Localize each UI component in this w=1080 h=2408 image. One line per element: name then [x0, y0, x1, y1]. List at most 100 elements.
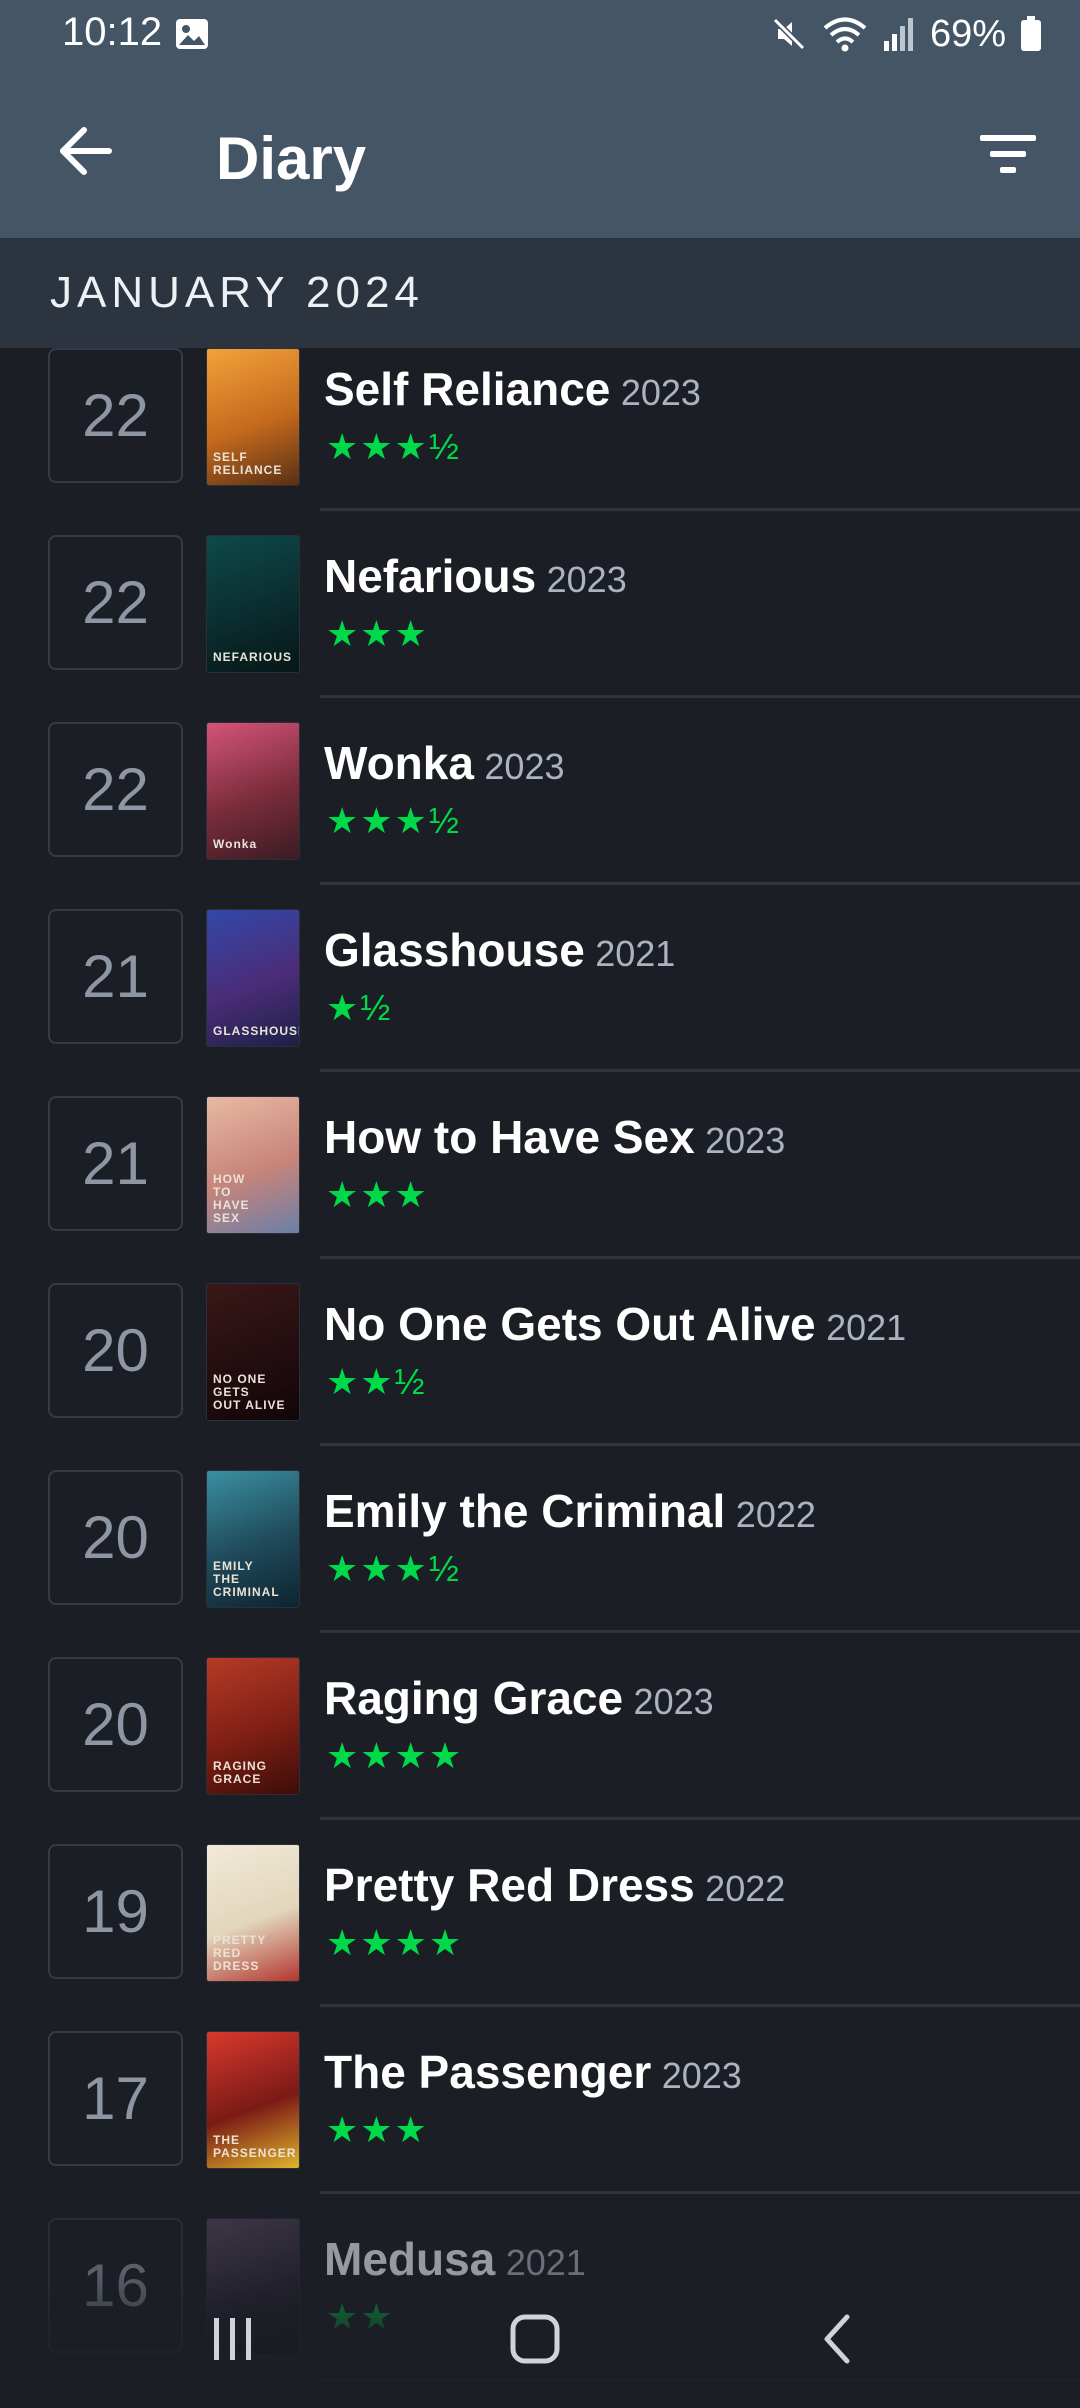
row-divider [320, 695, 1080, 698]
poster-title-text: HOW TO HAVE SEX [213, 1172, 250, 1225]
entry-title-line: How to Have Sex 2023 [324, 1110, 785, 1164]
film-poster[interactable]: THE PASSENGER [206, 2031, 300, 2169]
film-title: Wonka [324, 737, 474, 789]
star-rating: ★★★★ [326, 1922, 464, 1963]
entry-day: 20 [48, 1470, 183, 1605]
star-rating: ★★½ [326, 1361, 427, 1402]
entry-day: 20 [48, 1283, 183, 1418]
diary-entry[interactable]: 21 HOW TO HAVE SEX How to Have Sex 2023 ★★★ [0, 1096, 1080, 1283]
arrow-left-icon [57, 126, 113, 181]
month-label: JANUARY 2024 [50, 268, 424, 317]
film-poster[interactable]: HOW TO HAVE SEX [206, 1096, 300, 1234]
battery-percent: 69% [929, 12, 1006, 55]
poster-title-text: GLASSHOUSE [213, 1024, 300, 1038]
film-title: Pretty Red Dress [324, 1859, 695, 1911]
poster-title-text: SELF RELIANCE [213, 450, 283, 477]
film-title: Raging Grace [324, 1672, 624, 1724]
star-rating: ★★★ [326, 1174, 429, 1215]
diary-entry[interactable]: 20 NO ONE GETS OUT ALIVE No One Gets Out A… [0, 1283, 1080, 1470]
row-divider [320, 1630, 1080, 1633]
film-poster[interactable]: PRETTY RED DRESS [206, 1844, 300, 1982]
poster-title-text: RAGING GRACE [213, 1759, 267, 1786]
nav-back-button[interactable] [792, 2306, 882, 2376]
entry-title-line: Raging Grace 2023 [324, 1671, 714, 1725]
film-year: 2023 [661, 2055, 742, 2096]
entry-day: 17 [48, 2031, 183, 2166]
poster-title-text: Wonka [213, 837, 258, 851]
entry-title-line: The Passenger 2023 [324, 2045, 742, 2099]
row-divider [320, 508, 1080, 511]
entry-day: 19 [48, 1844, 183, 1979]
star-rating: ★★★½ [326, 426, 461, 467]
recents-button[interactable] [188, 2306, 278, 2376]
entry-title-line: No One Gets Out Alive 2021 [324, 1297, 906, 1351]
diary-entry[interactable]: 21 GLASSHOUSE Glasshouse 2021 ★½ [0, 909, 1080, 1096]
film-year: 2023 [620, 372, 701, 413]
entry-title-line: Self Reliance 2023 [324, 362, 701, 416]
film-year: 2022 [735, 1494, 816, 1535]
poster-title-text: NO ONE GETS OUT ALIVE [213, 1372, 286, 1412]
diary-entry[interactable]: 20 EMILY THE CRIMINAL Emily the Criminal 2… [0, 1470, 1080, 1657]
film-title: The Passenger [324, 2046, 652, 2098]
entry-day: 22 [48, 722, 183, 857]
app-screen: 10:12 69% Diary JANUARY 2024 22 SELF REL… [0, 0, 1080, 2408]
film-poster[interactable]: SELF RELIANCE [206, 348, 300, 486]
star-rating: ★★★ [326, 2109, 429, 2150]
diary-entry[interactable]: 17 THE PASSENGER The Passenger 2023 ★★★ [0, 2031, 1080, 2218]
recents-icon [208, 2316, 258, 2367]
diary-entry[interactable]: 22 SELF RELIANCE Self Reliance 2023 ★★★½ [0, 348, 1080, 535]
poster-title-text: PRETTY RED DRESS [213, 1933, 267, 1973]
row-divider [320, 1069, 1080, 1072]
navigation-bar [0, 2272, 1080, 2408]
film-year: 2021 [826, 1307, 907, 1348]
film-poster[interactable]: GLASSHOUSE [206, 909, 300, 1047]
mute-icon [770, 15, 808, 53]
top-bar: 10:12 69% Diary [0, 0, 1080, 238]
film-year: 2023 [546, 559, 627, 600]
film-poster[interactable]: EMILY THE CRIMINAL [206, 1470, 300, 1608]
star-rating: ★★★½ [326, 1548, 461, 1589]
poster-title-text: NEFARIOUS [213, 650, 293, 664]
entry-day: 21 [48, 1096, 183, 1231]
diary-entry[interactable]: 19 PRETTY RED DRESS Pretty Red Dress 2022 ★… [0, 1844, 1080, 2031]
poster-title-text: EMILY THE CRIMINAL [213, 1559, 280, 1599]
film-title: Self Reliance [324, 363, 611, 415]
star-rating: ★½ [326, 987, 393, 1028]
film-poster[interactable]: NEFARIOUS [206, 535, 300, 673]
row-divider [320, 2004, 1080, 2007]
diary-list[interactable]: 22 SELF RELIANCE Self Reliance 2023 ★★★½ 22 N… [0, 348, 1080, 2408]
entry-title-line: Emily the Criminal 2022 [324, 1484, 816, 1538]
film-poster[interactable]: RAGING GRACE [206, 1657, 300, 1795]
poster-title-text: THE PASSENGER [213, 2133, 297, 2160]
diary-entry[interactable]: 22 NEFARIOUS Nefarious 2023 ★★★ [0, 535, 1080, 722]
entry-title-line: Nefarious 2023 [324, 549, 627, 603]
row-divider [320, 2191, 1080, 2194]
film-poster[interactable]: NO ONE GETS OUT ALIVE [206, 1283, 300, 1421]
row-divider [320, 1443, 1080, 1446]
row-divider [320, 1256, 1080, 1259]
star-rating: ★★★½ [326, 800, 461, 841]
star-rating: ★★★★ [326, 1735, 464, 1776]
entry-day: 21 [48, 909, 183, 1044]
entry-day: 20 [48, 1657, 183, 1792]
back-button[interactable] [52, 120, 118, 186]
film-poster[interactable]: Wonka [206, 722, 300, 860]
film-title: Emily the Criminal [324, 1485, 726, 1537]
wifi-icon [822, 15, 868, 53]
diary-entry[interactable]: 22 Wonka Wonka 2023 ★★★½ [0, 722, 1080, 909]
page-title: Diary [216, 125, 367, 192]
entry-title-line: Glasshouse 2021 [324, 923, 675, 977]
film-title: Glasshouse [324, 924, 585, 976]
entry-day: 22 [48, 535, 183, 670]
filter-button[interactable] [972, 124, 1044, 188]
row-divider [320, 882, 1080, 885]
status-icons: 69% [770, 12, 1042, 56]
home-button[interactable] [490, 2306, 580, 2376]
entry-title-line: Pretty Red Dress 2022 [324, 1858, 785, 1912]
film-year: 2023 [705, 1120, 786, 1161]
film-title: Nefarious [324, 550, 537, 602]
entry-day: 22 [48, 348, 183, 483]
star-rating: ★★★ [326, 613, 429, 654]
film-year: 2022 [705, 1868, 786, 1909]
diary-entry[interactable]: 20 RAGING GRACE Raging Grace 2023 ★★★★ [0, 1657, 1080, 1844]
